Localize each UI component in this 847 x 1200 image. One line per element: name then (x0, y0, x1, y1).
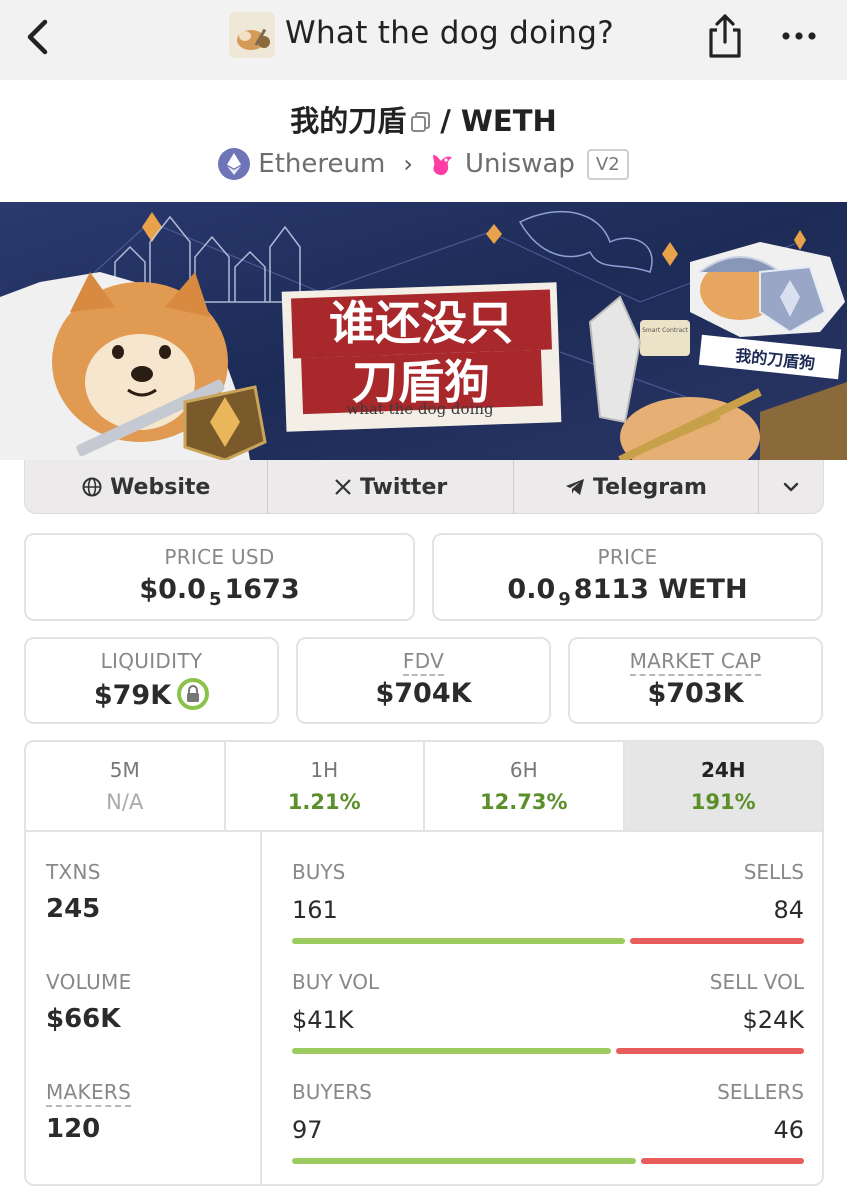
buys-sells-row: BUYS SELLS 161 84 (292, 860, 804, 960)
chain-name[interactable]: Ethereum (258, 149, 385, 179)
buy-vol-bar (292, 1048, 611, 1054)
price-usd-label: PRICE USD (164, 545, 275, 569)
fdv-value: $704K (375, 678, 472, 709)
stats-breakdown: BUYS SELLS 161 84 BUY VOL SELL VOL $41K … (292, 832, 804, 1184)
liquidity-value: $79K (93, 680, 172, 711)
change-1h: 1.21% (287, 790, 361, 814)
tab-6h[interactable]: 6H 12.73% (425, 742, 625, 830)
txns-value: 245 (46, 894, 101, 924)
banner-tagline: what the dog doing (346, 400, 494, 418)
sells-value: 84 (773, 896, 804, 924)
sellers-value: 46 (773, 1116, 804, 1144)
x-logo-icon (335, 479, 351, 495)
sellers-bar (641, 1158, 804, 1164)
makers-value: 120 (46, 1114, 101, 1144)
token-banner-image: 谁还没只 刀盾狗 what the dog doing Smart Contra… (0, 202, 847, 460)
price-native-value: 0.0 9 8113 WETH (507, 574, 748, 610)
top-app-bar: What the dog doing? (0, 0, 847, 80)
buy-vol-value: $41K (292, 1006, 354, 1034)
chevron-right-icon: › (403, 150, 413, 178)
twitter-label: Twitter (359, 474, 448, 500)
buys-value: 161 (292, 896, 338, 924)
sell-vol-bar (616, 1048, 804, 1054)
quote-token-name: WETH (460, 104, 557, 138)
tab-5m[interactable]: 5M N/A (26, 742, 226, 830)
telegram-label: Telegram (593, 474, 707, 500)
social-links-bar: Website Twitter Telegram (24, 460, 824, 514)
volume-stat: VOLUME $66K (46, 970, 132, 1034)
globe-icon (82, 477, 102, 497)
chain-dex-row: Ethereum › Uniswap V2 (0, 144, 847, 184)
dex-name[interactable]: Uniswap (465, 149, 575, 179)
sell-vol-value: $24K (742, 1006, 804, 1034)
market-cap-value: $703K (647, 678, 744, 709)
buys-bar (292, 938, 625, 944)
market-cap-label[interactable]: MARKET CAP (629, 649, 762, 676)
tab-24h[interactable]: 24H 191% (624, 742, 822, 830)
buyers-value: 97 (292, 1116, 323, 1144)
makers-stat: MAKERS 120 (46, 1080, 132, 1144)
timeframe-tabs: 5M N/A 1H 1.21% 6H 12.73% 24H 191% (26, 742, 822, 832)
ethereum-icon (218, 148, 251, 180)
twitter-button[interactable]: Twitter (268, 460, 514, 514)
price-usd-box: PRICE USD $0.0 5 1673 (24, 533, 415, 621)
sells-bar (630, 938, 804, 944)
uniswap-icon (432, 155, 452, 176)
market-cap-box: MARKET CAP $703K (568, 637, 823, 724)
tab-1h[interactable]: 1H 1.21% (226, 742, 425, 830)
lock-icon[interactable] (177, 678, 210, 710)
change-6h: 12.73% (480, 790, 568, 814)
pair-separator: / (440, 104, 451, 138)
buyers-sellers-row: BUYERS SELLERS 97 46 (292, 1080, 804, 1180)
change-5m: N/A (106, 790, 144, 814)
txns-stat: TXNS 245 (46, 860, 101, 924)
page-title: What the dog doing? (285, 15, 614, 51)
liquidity-label: LIQUIDITY (100, 649, 203, 673)
telegram-button[interactable]: Telegram (514, 460, 760, 514)
volume-split-row: BUY VOL SELL VOL $41K $24K (292, 970, 804, 1070)
volume-value: $66K (46, 1004, 121, 1034)
base-token-name: 我的刀盾 (290, 104, 407, 138)
token-thumbnail (229, 12, 275, 58)
fdv-box: FDV $704K (296, 637, 551, 724)
website-label: Website (110, 474, 211, 500)
banner-scroll-label: Smart Contract (642, 327, 689, 334)
pair-heading: 我的刀盾 / WETH (0, 98, 847, 140)
price-usd-value: $0.0 5 1673 (139, 574, 300, 610)
stats-panel: 5M N/A 1H 1.21% 6H 12.73% 24H 191% TXNS … (24, 740, 824, 1186)
change-24h: 191% (690, 790, 756, 814)
back-arrow-icon[interactable] (18, 14, 58, 60)
share-icon[interactable] (702, 12, 748, 62)
price-native-box: PRICE 0.0 9 8113 WETH (432, 533, 823, 621)
dex-version-badge: V2 (586, 148, 629, 180)
copy-icon[interactable] (410, 111, 432, 133)
stats-summary: TXNS 245 VOLUME $66K MAKERS 120 (26, 832, 262, 1184)
telegram-icon (566, 479, 585, 495)
more-options-icon[interactable] (778, 18, 822, 54)
price-native-label: PRICE (597, 545, 658, 569)
website-button[interactable]: Website (25, 460, 269, 514)
liquidity-box: LIQUIDITY $79K (24, 637, 279, 724)
fdv-label[interactable]: FDV (402, 649, 445, 676)
chevron-down-icon (783, 482, 799, 492)
more-links-dropdown[interactable] (759, 460, 823, 514)
banner-headline-line1: 谁还没只 (329, 296, 513, 350)
buyers-bar (292, 1158, 636, 1164)
